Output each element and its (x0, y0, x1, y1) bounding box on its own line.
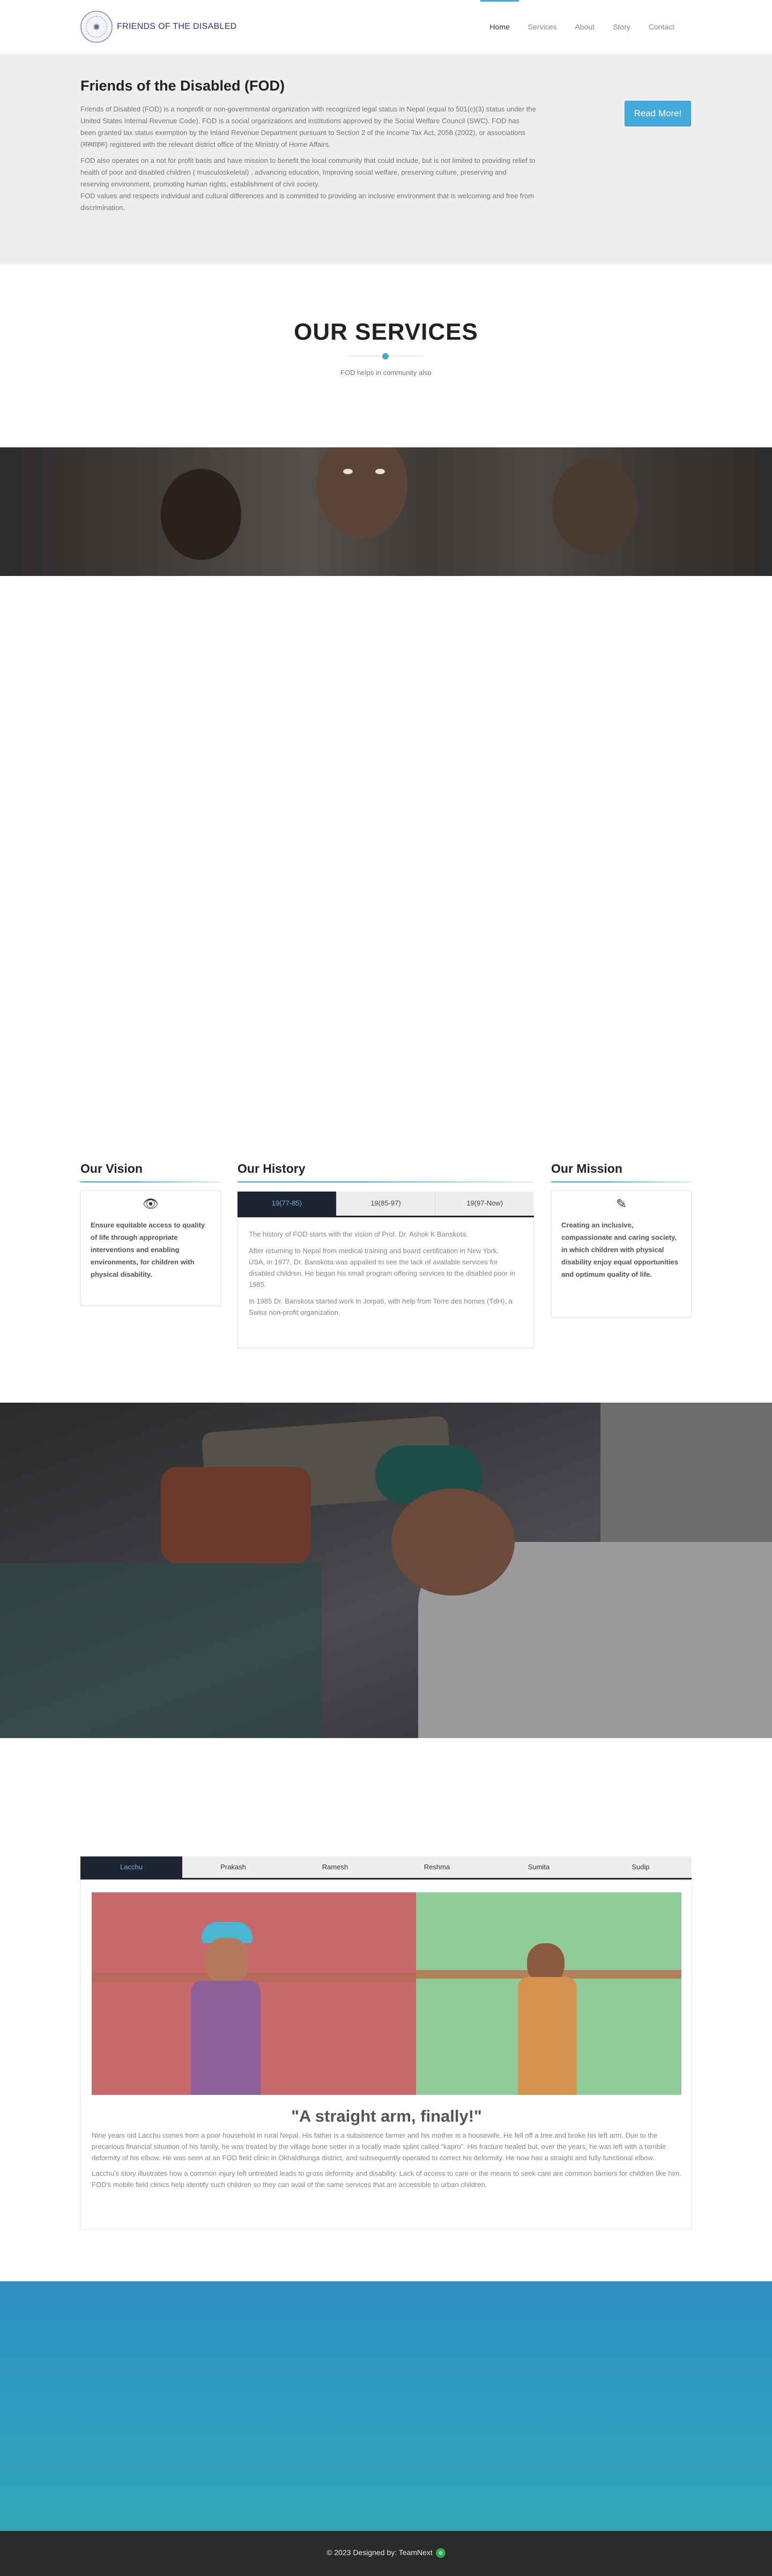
site-header: ✺ FRIENDS OF THE DISABLED Home Services … (0, 0, 772, 55)
history-title: Our History (237, 1162, 306, 1175)
story-paragraph-1: Nine years old Lacchu comes from a poor … (92, 2131, 666, 2162)
boy-face-before (205, 1938, 248, 1983)
tab-story-sudip[interactable]: Sudip (590, 1856, 692, 1878)
copyright-text: © 2023 Designed by: TeamNext (326, 2548, 433, 2557)
tab-history-1997-now[interactable]: 19(97-Now) (435, 1192, 535, 1216)
child-face-left (161, 469, 241, 560)
intro-section: Friends of the Disabled (FOD) Friends of… (0, 55, 772, 264)
title-divider (348, 353, 424, 360)
tab-story-sumita[interactable]: Sumita (488, 1856, 590, 1878)
mission-text: Creating an inclusive, compassionate and… (561, 1221, 679, 1278)
mission-underline (551, 1181, 692, 1182)
eye-icon: 👁 (142, 1196, 159, 1211)
read-more-button[interactable]: Read More! (625, 101, 691, 126)
tab-story-prakash[interactable]: Prakash (182, 1856, 284, 1878)
nav-story[interactable]: Story (604, 0, 640, 54)
before-photo (92, 1892, 416, 2095)
story-tabs: Lacchu Prakash Ramesh Reshma Sumita Sudi… (80, 1856, 692, 1879)
logo[interactable]: ✺ FRIENDS OF THE DISABLED (80, 11, 237, 43)
children-photo (0, 447, 772, 576)
child-eye-1 (343, 469, 353, 474)
mission-title: Our Mission (551, 1162, 622, 1175)
child-face-right (552, 458, 638, 555)
tab-story-ramesh[interactable]: Ramesh (284, 1856, 386, 1878)
services-subtitle: FOD helps in community also (340, 369, 432, 377)
story-paragraph-2: Lacchu's story illustrates how a common … (92, 2169, 681, 2189)
history-card: The history of FOD starts with the visio… (237, 1217, 534, 1348)
nav-services[interactable]: Services (519, 0, 566, 54)
outstretched-arms-before (92, 1973, 416, 1982)
intro-text: Friends of Disabled (FOD) is a nonprofit… (80, 103, 536, 218)
main-nav: Home Services About Story Contact (480, 0, 684, 54)
history-paragraph-1: The history of FOD starts with the visio… (249, 1230, 468, 1238)
after-photo (416, 1892, 681, 2095)
vision-underline (80, 1181, 221, 1182)
teamnext-logo-icon[interactable] (435, 2548, 446, 2558)
blanket (161, 1467, 311, 1563)
tab-history-1977-85[interactable]: 19(77-85) (237, 1192, 337, 1216)
mission-card: ✎ Creating an inclusive, compassionate a… (551, 1190, 692, 1317)
nav-contact[interactable]: Contact (640, 0, 684, 54)
nav-home[interactable]: Home (480, 0, 519, 54)
divider-dot-icon (382, 353, 389, 360)
child-face-center (316, 447, 407, 538)
story-heading: "A straight arm, finally!" (291, 2107, 482, 2125)
history-paragraph-3: In 1985 Dr. Banskota started work in Jor… (249, 1297, 513, 1316)
footer-credit: © 2023 Designed by: TeamNext (0, 2548, 772, 2558)
tab-story-reshma[interactable]: Reshma (386, 1856, 488, 1878)
child-resting-photo (0, 1403, 772, 1738)
vision-title: Our Vision (80, 1162, 143, 1175)
services-title: OUR SERVICES (294, 319, 478, 345)
pencil-icon: ✎ (615, 1196, 627, 1211)
history-text: The history of FOD starts with the visio… (249, 1229, 517, 1323)
history-tabs: 19(77-85) 19(85-97) 19(97-Now) (237, 1192, 535, 1217)
child-face (391, 1488, 515, 1596)
brand-name[interactable]: FRIENDS OF THE DISABLED (117, 22, 237, 32)
site-footer: © 2023 Designed by: TeamNext (0, 2531, 772, 2576)
tab-history-1985-97[interactable]: 19(85-97) (336, 1192, 436, 1216)
intro-title: Friends of the Disabled (FOD) (80, 78, 285, 94)
history-underline (237, 1181, 534, 1182)
purple-shirt (191, 1981, 261, 2095)
vision-text: Ensure equitable access to quality of li… (91, 1221, 205, 1278)
logo-emblem-icon: ✺ (80, 11, 113, 43)
history-paragraph-2: After returning to Nepal from medical tr… (249, 1247, 515, 1289)
child-eye-2 (375, 469, 385, 474)
contact-band (0, 2281, 772, 2531)
intro-paragraph-1: Friends of Disabled (FOD) is a nonprofit… (80, 105, 536, 148)
teal-sheet (0, 1563, 322, 1738)
nav-about[interactable]: About (566, 0, 604, 54)
vision-card: 👁 Ensure equitable access to quality of … (80, 1190, 221, 1306)
intro-paragraph-3: FOD values and respects individual and c… (80, 192, 534, 212)
orange-shirt (518, 1977, 577, 2095)
tab-story-lacchu[interactable]: Lacchu (80, 1856, 182, 1878)
intro-paragraph-2: FOD also operates on a not for profit ba… (80, 156, 536, 188)
story-text: Nine years old Lacchu comes from a poor … (92, 2130, 681, 2195)
story-card: "A straight arm, finally!" Nine years ol… (80, 1880, 692, 2229)
